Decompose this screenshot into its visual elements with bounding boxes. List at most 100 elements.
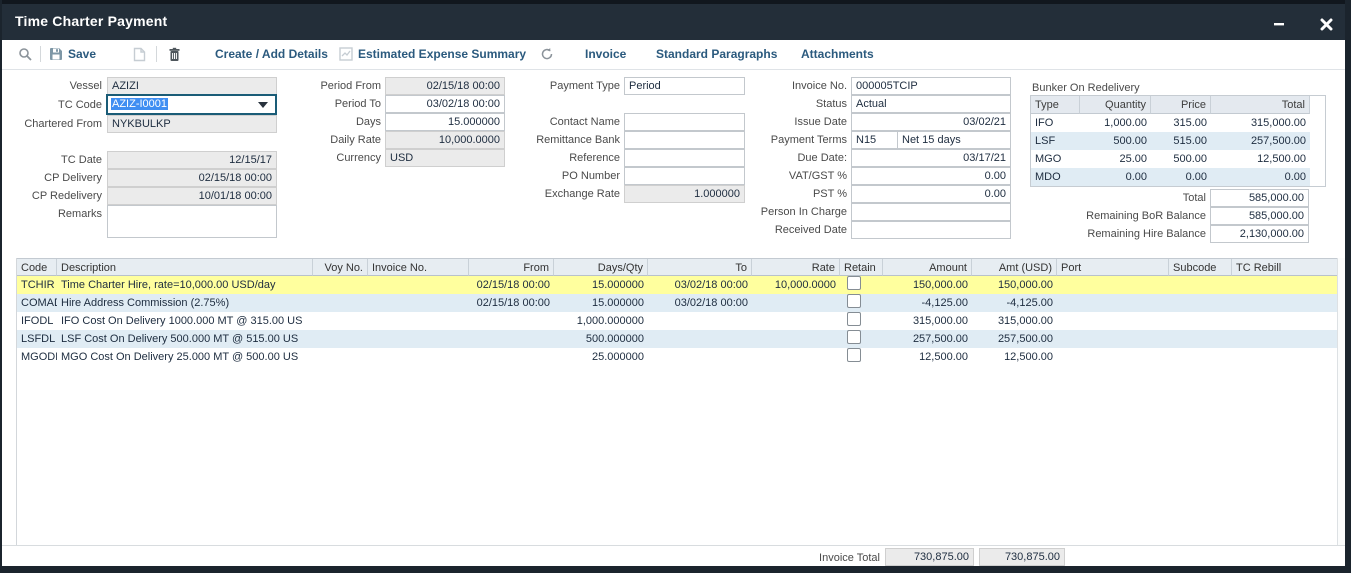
issue-date-field[interactable]: 03/02/21 [851,113,1011,131]
bunker-row: LSF 500.00 515.00 257,500.00 [1031,132,1310,150]
cell-port [1057,348,1169,366]
invoice-total-usd-field: 730,875.00 [979,548,1065,566]
invoice-label: Invoice [585,47,626,61]
dropdown-arrow-icon[interactable] [258,102,268,108]
due-date-field[interactable]: 03/17/21 [851,149,1011,167]
retain-checkbox[interactable] [847,312,861,326]
cell-invoice-no [368,330,469,348]
remittance-bank-field[interactable] [624,131,745,149]
cell-voy-no [313,312,368,330]
create-add-details-button[interactable]: Create / Add Details [215,40,328,68]
remaining-hire-balance-label: Remaining Hire Balance [1062,225,1206,243]
days-field[interactable]: 15.000000 [385,113,505,131]
table-row[interactable]: MGODL MGO Cost On Delivery 25.000 MT @ 5… [17,348,1346,366]
cell-description: Time Charter Hire, rate=10,000.00 USD/da… [57,276,313,294]
save-label: Save [68,47,96,61]
col-description: Description [57,259,313,276]
period-from-field: 02/15/18 00:00 [385,77,505,95]
retain-checkbox[interactable] [847,348,861,362]
cell-from: 02/15/18 00:00 [469,294,554,312]
toolbar-separator [156,46,157,62]
col-from: From [469,259,554,276]
cell-code: MGODL [17,348,57,366]
tc-code-combobox[interactable]: AZIZ-I0001 [106,94,277,115]
titlebar: Time Charter Payment [2,0,1345,40]
cell-description: IFO Cost On Delivery 1000.000 MT @ 315.0… [57,312,313,330]
attachments-button[interactable]: Attachments [801,40,874,68]
bunker-row: MDO 0.00 0.00 0.00 [1031,168,1310,186]
table-row[interactable]: IFODL IFO Cost On Delivery 1000.000 MT @… [17,312,1346,330]
cell-subcode [1169,276,1232,294]
tc-date-field: 12/15/17 [107,151,277,169]
retain-checkbox[interactable] [847,330,861,344]
delete-icon [168,47,181,62]
remittance-bank-label: Remittance Bank [520,131,620,149]
cell-days-qty: 1,000.000000 [554,312,648,330]
delete-button[interactable] [168,40,181,68]
received-date-label: Received Date [737,221,847,239]
remaining-hire-balance-field: 2,130,000.00 [1210,225,1309,243]
remarks-field[interactable] [107,205,277,238]
vat-gst-field[interactable]: 0.00 [851,167,1011,185]
invoice-no-field[interactable]: 000005TCIP [851,77,1011,95]
estimated-expense-summary-button[interactable]: Estimated Expense Summary [339,40,526,68]
standard-paragraphs-button[interactable]: Standard Paragraphs [656,40,777,68]
cell-tc-rebill [1232,294,1346,312]
cell-amt-usd: 315,000.00 [972,312,1057,330]
line-items-header: Code Description Voy No. Invoice No. Fro… [17,258,1346,276]
table-row[interactable]: COMAD Hire Address Commission (2.75%) 02… [17,294,1346,312]
refresh-icon [540,47,554,61]
refresh-button[interactable] [540,40,554,68]
cell-port [1057,312,1169,330]
invoice-button[interactable]: Invoice [585,40,626,68]
col-rate: Rate [752,259,840,276]
period-to-field[interactable]: 03/02/18 00:00 [385,95,505,113]
cell-days-qty: 25.000000 [554,348,648,366]
table-row[interactable]: LSFDL LSF Cost On Delivery 500.000 MT @ … [17,330,1346,348]
person-in-charge-field[interactable] [851,203,1011,221]
payment-terms-code-field[interactable]: N15 [851,131,898,149]
cell-rate: 10,000.0000 [752,276,840,294]
remarks-label: Remarks [10,205,102,223]
pst-field[interactable]: 0.00 [851,185,1011,203]
vessel-label: Vessel [10,77,102,95]
remaining-bor-balance-label: Remaining BoR Balance [1062,207,1206,225]
cell-to [648,330,752,348]
col-to: To [648,259,752,276]
vat-gst-label: VAT/GST % [737,167,847,185]
cell-description: MGO Cost On Delivery 25.000 MT @ 500.00 … [57,348,313,366]
save-button[interactable]: Save [49,40,96,68]
status-field[interactable]: Actual [851,95,1011,113]
cell-code: COMAD [17,294,57,312]
new-document-button[interactable] [133,40,146,68]
col-port: Port [1057,259,1169,276]
cell-rate [752,348,840,366]
cell-amount: 315,000.00 [883,312,972,330]
minimize-button[interactable] [1271,16,1287,32]
search-button[interactable] [18,40,33,68]
cell-rate [752,330,840,348]
bunker-type: MDO [1031,168,1080,186]
po-number-field[interactable] [624,167,745,185]
reference-field[interactable] [624,149,745,167]
cell-to [648,312,752,330]
close-button[interactable] [1318,16,1334,32]
cell-invoice-no [368,312,469,330]
person-in-charge-label: Person In Charge [737,203,847,221]
grid-scrollbar-track[interactable] [1337,258,1346,545]
payment-type-field[interactable]: Period [624,77,745,95]
bunker-table-header: Type Quantity Price Total [1031,96,1310,114]
col-amt-usd: Amt (USD) [972,259,1057,276]
received-date-field[interactable] [851,221,1011,239]
retain-checkbox[interactable] [847,276,861,290]
cell-rate [752,294,840,312]
table-row[interactable]: TCHIR Time Charter Hire, rate=10,000.00 … [17,276,1346,294]
retain-checkbox[interactable] [847,294,861,308]
cell-from [469,348,554,366]
invoice-total-label: Invoice Total [792,549,880,567]
payment-terms-description-field[interactable]: Net 15 days [897,131,1011,149]
days-label: Days [292,113,381,131]
cell-invoice-no [368,294,469,312]
cell-invoice-no [368,348,469,366]
contact-name-field[interactable] [624,113,745,131]
